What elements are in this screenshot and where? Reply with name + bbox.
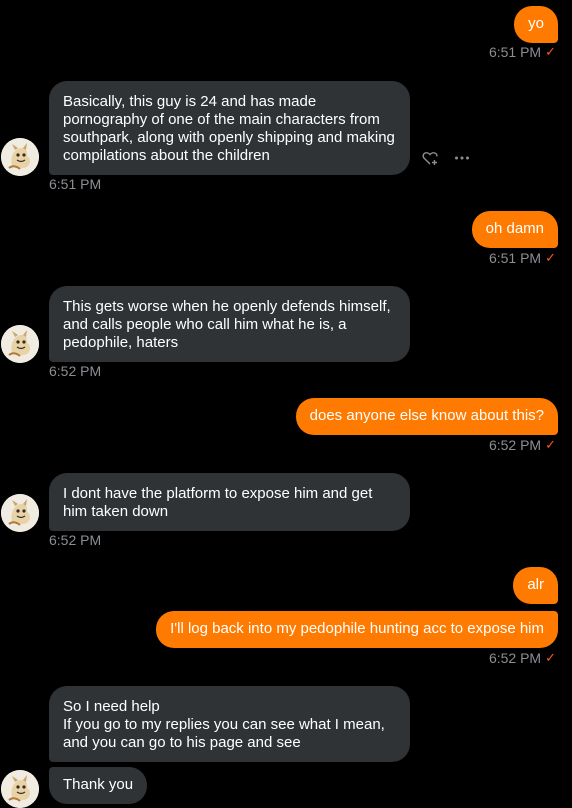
- message-bubble-sent[interactable]: does anyone else know about this?: [295, 398, 558, 435]
- more-horizontal-icon[interactable]: [453, 149, 471, 167]
- message-bubble-sent[interactable]: I'll log back into my pedophile hunting …: [156, 611, 558, 648]
- avatar[interactable]: [1, 138, 39, 176]
- avatar-image: [1, 138, 39, 176]
- timestamp: 6:51 PM: [488, 44, 542, 60]
- avatar[interactable]: [1, 770, 39, 808]
- check-icon: ✓: [545, 650, 556, 665]
- timestamp: 6:52 PM: [49, 532, 101, 548]
- avatar[interactable]: [1, 494, 39, 532]
- message-bubble-received[interactable]: This gets worse when he openly defends h…: [49, 286, 410, 362]
- heart-plus-icon[interactable]: [421, 149, 439, 167]
- timestamp: 6:52 PM: [488, 437, 542, 453]
- message-meta: 6:52 PM ✓: [489, 437, 556, 453]
- message-bubble-sent[interactable]: oh damn: [471, 211, 558, 248]
- message-bubble-sent[interactable]: yo: [514, 6, 558, 43]
- message-meta: 6:51 PM ✓: [489, 44, 556, 60]
- timestamp-text: 6:51 PM: [49, 176, 102, 192]
- check-icon: ✓: [545, 437, 556, 452]
- message-bubble-sent[interactable]: alr: [513, 567, 558, 604]
- check-icon: ✓: [545, 44, 556, 59]
- message-bubble-received[interactable]: Thank you: [49, 767, 148, 804]
- avatar-image: [1, 325, 39, 363]
- message-actions: [421, 149, 471, 167]
- timestamp-text: 6:52 PM: [49, 532, 102, 548]
- timestamp-text: 6:52 PM: [49, 363, 102, 379]
- avatar-image: [1, 494, 39, 532]
- message-meta: 6:51 PM ✓: [489, 250, 556, 266]
- avatar-image: [1, 770, 39, 808]
- avatar[interactable]: [1, 325, 39, 363]
- message-meta: 6:52 PM ✓: [489, 650, 556, 666]
- message-bubble-received[interactable]: So I need help If you go to my replies y…: [49, 686, 410, 762]
- message-bubble-received[interactable]: Basically, this guy is 24 and has made p…: [49, 81, 410, 175]
- timestamp: 6:52 PM: [488, 650, 542, 666]
- check-icon: ✓: [545, 250, 556, 265]
- timestamp: 6:51 PM: [488, 250, 542, 266]
- message-bubble-received[interactable]: I dont have the platform to expose him a…: [49, 473, 410, 531]
- timestamp: 6:52 PM: [49, 363, 101, 379]
- timestamp: 6:51 PM: [49, 176, 101, 192]
